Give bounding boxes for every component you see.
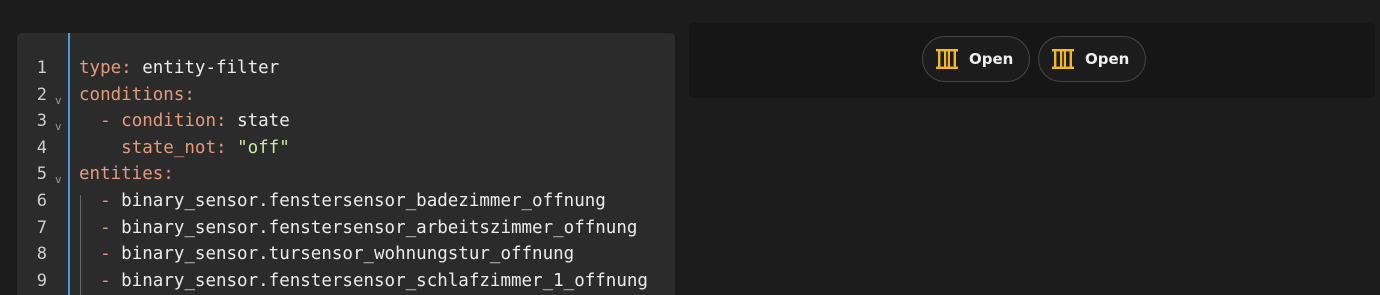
yaml-key: conditions xyxy=(79,84,185,105)
chip-state-label: Open xyxy=(969,50,1014,68)
yaml-value: entity-filter xyxy=(131,58,280,78)
yaml-colon: : xyxy=(215,111,227,132)
yaml-colon: : xyxy=(121,58,132,78)
code-line[interactable]: - binary_sensor.tursensor_wohnungstur_of… xyxy=(79,241,574,268)
yaml-key: type xyxy=(79,58,122,78)
code-line[interactable]: - condition: state xyxy=(79,108,290,135)
code-line[interactable]: - binary_sensor.fenstersensor_schlafzimm… xyxy=(79,268,648,295)
line-number: 6 xyxy=(17,188,69,215)
code-line[interactable]: type: entity-filter xyxy=(79,55,279,82)
yaml-key: state_not xyxy=(121,137,216,158)
line-number: 2v xyxy=(17,82,69,109)
line-number-text: 5 xyxy=(36,164,47,185)
line-number: 8 xyxy=(17,241,69,268)
yaml-key: condition xyxy=(121,111,216,132)
line-number-text: 1 xyxy=(36,58,47,78)
line-number-text: 6 xyxy=(36,191,47,211)
line-number-text: 2 xyxy=(36,84,47,105)
code-line[interactable]: state_not: "off" xyxy=(79,135,290,162)
code-line[interactable]: - binary_sensor.fenstersensor_arbeitszim… xyxy=(79,215,637,242)
line-number: 1 xyxy=(17,55,69,82)
entity-chip-2[interactable]: Open xyxy=(1038,36,1147,82)
card-preview: Open Open xyxy=(689,23,1375,98)
line-number-text: 8 xyxy=(36,244,47,265)
yaml-value: binary_sensor.fenstersensor_arbeitszimme… xyxy=(121,217,638,238)
yaml-value: binary_sensor.fenstersensor_badezimmer_o… xyxy=(121,191,606,211)
list-dash: - xyxy=(100,111,122,132)
list-dash: - xyxy=(100,191,122,211)
line-number-text: 3 xyxy=(36,111,47,132)
chip-state-label: Open xyxy=(1085,50,1130,68)
line-number-gutter: 1 2v3v4 5v 6 7 8 9 xyxy=(17,33,69,295)
code-line[interactable]: conditions: xyxy=(79,82,195,109)
code-line[interactable]: entities: xyxy=(79,161,174,188)
line-number: 3v xyxy=(17,108,69,135)
line-number: 5v xyxy=(17,161,69,188)
line-number-text: 7 xyxy=(36,217,47,238)
line-number-text: 4 xyxy=(36,137,47,158)
yaml-value: binary_sensor.tursensor_wohnungstur_offn… xyxy=(121,244,575,265)
window-open-icon xyxy=(1051,47,1075,71)
line-number: 7 xyxy=(17,215,69,242)
yaml-value: state xyxy=(226,111,290,132)
code-area[interactable]: type: entity-filter conditions: - conditi… xyxy=(79,33,675,295)
line-number: 9 xyxy=(17,268,69,295)
yaml-value: "off" xyxy=(226,137,290,158)
line-number-text: 9 xyxy=(36,270,47,291)
entity-chip-1[interactable]: Open xyxy=(922,36,1031,82)
window-open-icon xyxy=(935,47,959,71)
yaml-code-editor[interactable]: 12v3v45v6789 type: entity-filter conditio… xyxy=(17,33,675,295)
list-dash: - xyxy=(100,244,122,265)
line-number: 4 xyxy=(17,135,69,162)
code-line[interactable]: - binary_sensor.fenstersensor_badezimmer… xyxy=(79,188,606,215)
list-dash: - xyxy=(100,217,122,238)
yaml-colon: : xyxy=(184,84,195,105)
yaml-colon: : xyxy=(163,164,174,185)
yaml-key: entities xyxy=(79,164,164,185)
yaml-colon: : xyxy=(215,137,227,158)
editor-focus-indicator xyxy=(68,33,70,295)
